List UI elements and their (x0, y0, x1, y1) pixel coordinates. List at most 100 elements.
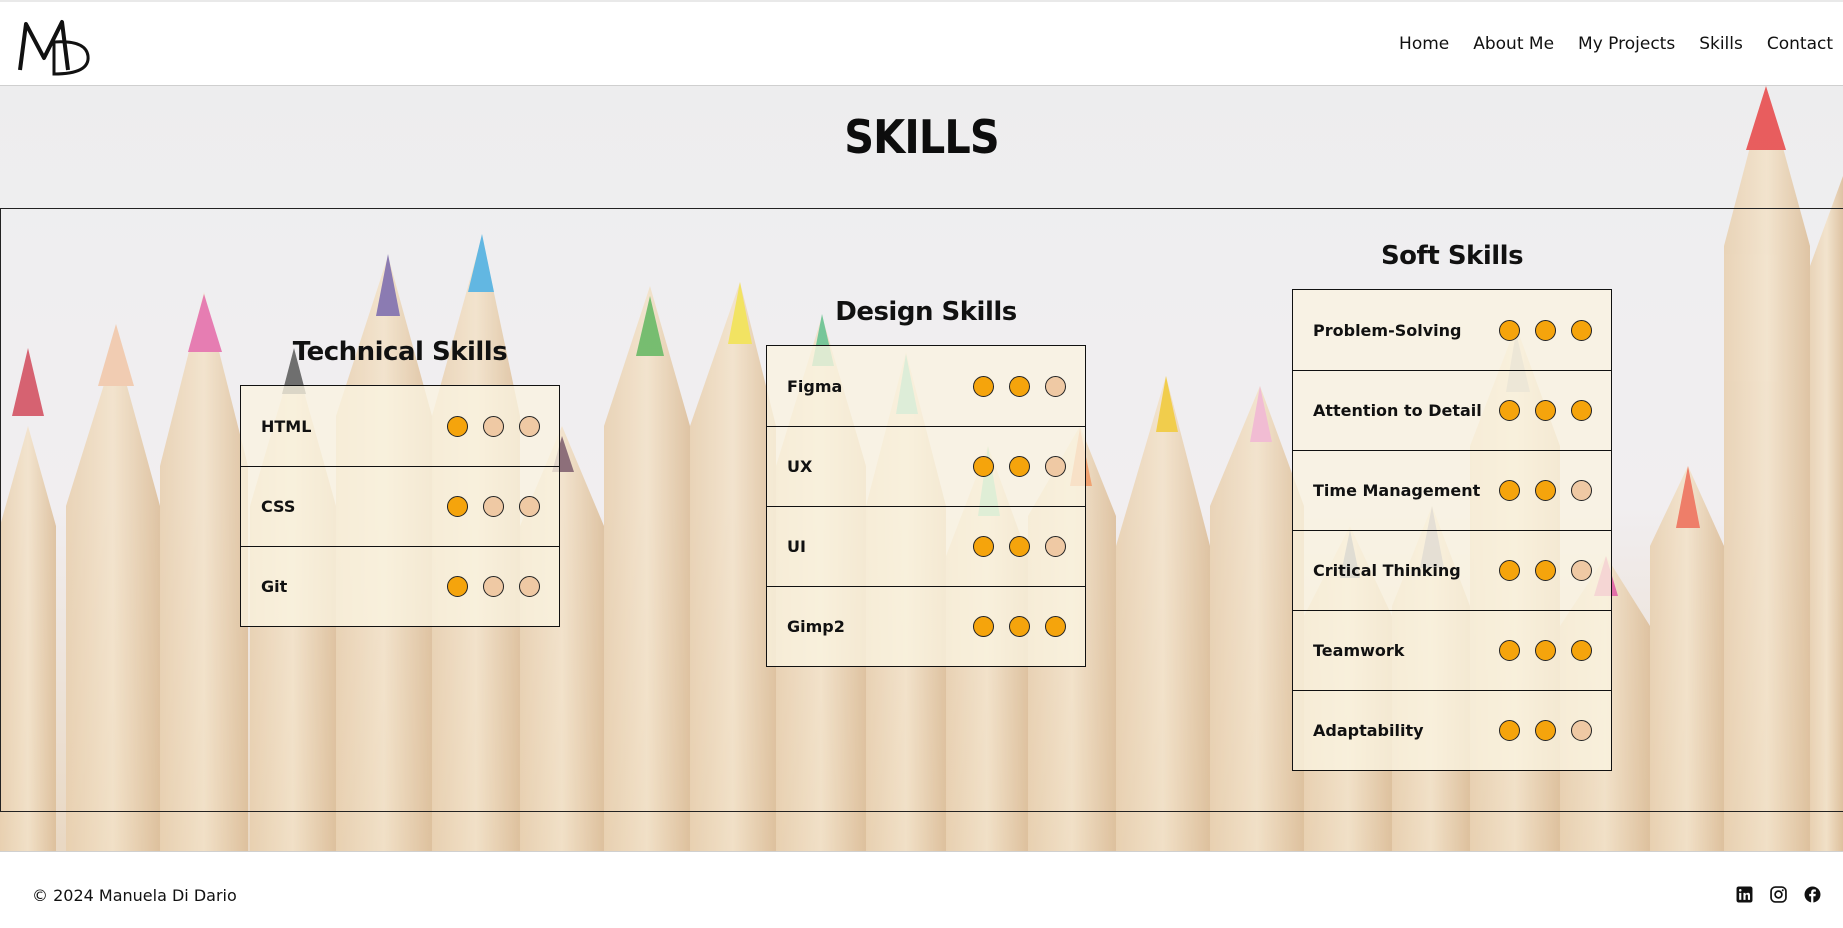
main-nav: Home About Me My Projects Skills Contact (1399, 32, 1833, 56)
skill-level (1499, 319, 1592, 341)
skill-name: Teamwork (1313, 641, 1405, 660)
level-dot-empty (1045, 375, 1066, 397)
skill-row: Git (241, 546, 559, 626)
logo[interactable]: MD (18, 18, 92, 76)
level-dot-empty (483, 576, 504, 597)
skill-level (1499, 560, 1592, 581)
level-dot-empty (519, 576, 540, 597)
page-title: SKILLS (844, 110, 999, 164)
nav-home-link[interactable]: Home (1399, 32, 1449, 56)
level-dot-filled (1045, 616, 1066, 637)
nav-projects-link[interactable]: My Projects (1578, 32, 1675, 56)
level-dot-filled (447, 496, 468, 517)
skill-level (1499, 640, 1592, 661)
technical-skills-group: Technical Skills HTML CSS Git (240, 337, 560, 627)
site-footer: © 2024 Manuela Di Dario (0, 851, 1843, 928)
skill-level (1499, 400, 1592, 421)
level-dot-empty (519, 415, 540, 437)
level-dot-filled (1571, 640, 1592, 661)
level-dot-filled (1535, 560, 1556, 581)
skill-row: Adaptability (1293, 690, 1611, 770)
level-dot-filled (1571, 319, 1592, 341)
design-skills-group: Design Skills Figma UX UI Gimp2 (766, 297, 1086, 667)
level-dot-filled (973, 536, 994, 557)
level-dot-filled (1535, 640, 1556, 661)
site-header: MD Home About Me My Projects Skills Cont… (0, 0, 1843, 86)
skill-name: Figma (787, 376, 843, 396)
skill-level (447, 415, 540, 437)
skill-row: Critical Thinking (1293, 530, 1611, 610)
nav-about-link[interactable]: About Me (1473, 32, 1554, 56)
copyright-text: © 2024 Manuela Di Dario (32, 886, 237, 905)
skill-name: Attention to Detail (1313, 401, 1482, 420)
level-dot-empty (483, 415, 504, 437)
group-title: Soft Skills (1380, 241, 1524, 271)
skill-name: Gimp2 (787, 617, 845, 636)
nav-skills-link[interactable]: Skills (1699, 32, 1743, 56)
skill-level (973, 616, 1066, 637)
level-dot-filled (973, 375, 994, 397)
level-dot-filled (1009, 536, 1030, 557)
level-dot-filled (1499, 640, 1520, 661)
skill-table: Problem-Solving Attention to Detail Time… (1292, 289, 1612, 771)
facebook-icon[interactable] (1804, 886, 1821, 903)
level-dot-filled (1535, 400, 1556, 421)
level-dot-filled (973, 456, 994, 477)
skill-row: HTML (241, 386, 559, 466)
level-dot-filled (1535, 480, 1556, 501)
skill-name: Problem-Solving (1313, 320, 1462, 340)
level-dot-filled (1009, 456, 1030, 477)
level-dot-filled (1499, 480, 1520, 501)
level-dot-filled (1499, 319, 1520, 341)
level-dot-filled (973, 616, 994, 637)
skill-table: HTML CSS Git (240, 385, 560, 627)
level-dot-empty (519, 496, 540, 517)
skill-name: HTML (261, 416, 312, 436)
level-dot-filled (1009, 616, 1030, 637)
skill-row: Teamwork (1293, 610, 1611, 690)
nav-contact-link[interactable]: Contact (1767, 32, 1833, 56)
skill-row: UX (767, 426, 1085, 506)
skill-level (973, 375, 1066, 397)
level-dot-filled (1499, 400, 1520, 421)
group-title: Technical Skills (292, 337, 508, 367)
skill-row: Figma (767, 346, 1085, 426)
skills-section: Technical Skills HTML CSS Git Design Ski… (0, 208, 1843, 812)
soft-skills-group: Soft Skills Problem-Solving Attention to… (1292, 241, 1612, 771)
skill-row: Time Management (1293, 450, 1611, 530)
skill-level (447, 576, 540, 597)
level-dot-empty (1571, 720, 1592, 741)
skill-level (1499, 480, 1592, 501)
skill-level (1499, 720, 1592, 741)
level-dot-filled (447, 415, 468, 437)
level-dot-filled (1535, 720, 1556, 741)
skill-row: UI (767, 506, 1085, 586)
skill-table: Figma UX UI Gimp2 (766, 345, 1086, 667)
level-dot-filled (1499, 560, 1520, 581)
level-dot-empty (483, 496, 504, 517)
skill-name: UX (787, 457, 813, 476)
level-dot-filled (1499, 720, 1520, 741)
level-dot-filled (1009, 375, 1030, 397)
instagram-icon[interactable] (1770, 886, 1787, 903)
skill-name: Git (261, 577, 288, 596)
social-links (1736, 886, 1821, 903)
skill-level (973, 536, 1066, 557)
level-dot-filled (447, 576, 468, 597)
skills-hero: SKILLS Technical Skills HTML CSS Git Des… (0, 86, 1843, 851)
level-dot-empty (1045, 456, 1066, 477)
level-dot-filled (1571, 400, 1592, 421)
skill-row: CSS (241, 466, 559, 546)
level-dot-empty (1571, 560, 1592, 581)
skill-row: Gimp2 (767, 586, 1085, 666)
level-dot-empty (1045, 536, 1066, 557)
skill-row: Attention to Detail (1293, 370, 1611, 450)
linkedin-icon[interactable] (1736, 886, 1753, 903)
skill-name: Adaptability (1313, 721, 1424, 740)
group-title: Design Skills (835, 297, 1017, 327)
level-dot-filled (1535, 319, 1556, 341)
level-dot-empty (1571, 480, 1592, 501)
skill-name: Critical Thinking (1313, 561, 1461, 580)
skill-name: CSS (261, 497, 296, 516)
skill-row: Problem-Solving (1293, 290, 1611, 370)
